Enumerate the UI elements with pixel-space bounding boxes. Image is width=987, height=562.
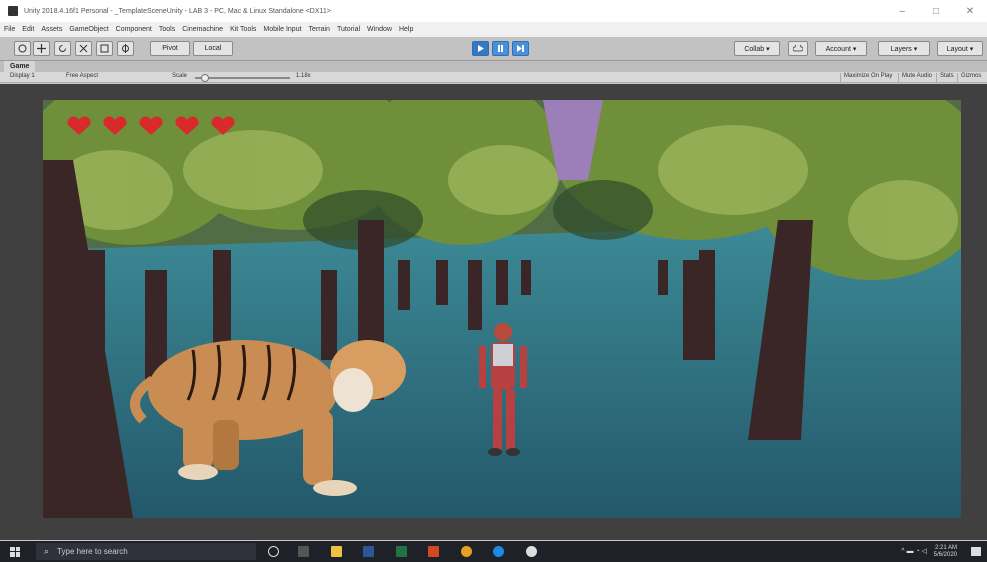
rotate-icon bbox=[59, 45, 66, 52]
unity-taskbar-icon[interactable] bbox=[526, 546, 537, 557]
cloud-icon bbox=[793, 45, 803, 52]
scale-slider-knob[interactable] bbox=[201, 74, 209, 82]
taskbar-search[interactable]: ⌕ Type here to search bbox=[36, 543, 256, 560]
menu-mobile-input[interactable]: Mobile Input bbox=[263, 26, 301, 33]
scale-tool-button[interactable] bbox=[75, 41, 92, 56]
scale-slider[interactable] bbox=[195, 74, 290, 82]
layers-label: Layers ▾ bbox=[890, 45, 918, 53]
tab-bar: Game bbox=[0, 61, 987, 72]
menu-window[interactable]: Window bbox=[367, 26, 392, 33]
move-tool-button[interactable] bbox=[33, 41, 50, 56]
powerpoint-icon[interactable] bbox=[428, 546, 439, 557]
game-viewport[interactable] bbox=[43, 100, 961, 518]
heart-icon bbox=[175, 116, 199, 135]
menu-component[interactable]: Component bbox=[116, 26, 152, 33]
menu-file[interactable]: File bbox=[4, 26, 15, 33]
health-hearts bbox=[65, 116, 245, 136]
layout-dropdown[interactable]: Layout ▾ bbox=[937, 41, 983, 56]
account-label: Account ▾ bbox=[825, 45, 857, 53]
title-bar: Unity 2018.4.16f1 Personal - _TemplateSc… bbox=[0, 0, 987, 22]
gizmos-dropdown[interactable]: Gizmos bbox=[957, 73, 984, 82]
excel-icon[interactable] bbox=[396, 546, 407, 557]
layout-label: Layout ▾ bbox=[946, 45, 974, 53]
menu-edit[interactable]: Edit bbox=[22, 26, 34, 33]
scale-icon bbox=[79, 44, 88, 53]
scale-value: 1.18x bbox=[296, 73, 311, 79]
game-view-area bbox=[0, 84, 987, 540]
maximize-on-play-toggle[interactable]: Maximize On Play bbox=[840, 73, 895, 82]
game-tab-label: Game bbox=[10, 63, 30, 70]
clock-time: 2:21 AM bbox=[934, 545, 957, 551]
hand-icon bbox=[18, 44, 27, 53]
scale-label: Scale bbox=[172, 73, 188, 79]
window-controls: – □ ✕ bbox=[885, 0, 987, 22]
edge-icon[interactable] bbox=[493, 546, 504, 557]
chrome-icon[interactable] bbox=[461, 546, 472, 557]
play-button[interactable] bbox=[472, 41, 489, 56]
aspect-dropdown[interactable]: Free Aspect bbox=[66, 73, 98, 79]
pause-icon bbox=[498, 45, 503, 52]
file-explorer-icon[interactable] bbox=[331, 546, 342, 557]
transform-icon bbox=[122, 44, 129, 53]
forest-scene bbox=[43, 100, 961, 518]
system-tray-icons[interactable]: ^ ▬ ◔ ◁ bbox=[901, 547, 927, 555]
tab-game[interactable]: Game bbox=[4, 61, 36, 72]
game-view-toolbar: Display 1 Free Aspect Scale 1.18x Maximi… bbox=[0, 72, 987, 83]
account-dropdown[interactable]: Account ▾ bbox=[815, 41, 867, 56]
unity-logo-icon bbox=[8, 6, 18, 16]
notification-icon[interactable] bbox=[971, 547, 981, 556]
search-placeholder: Type here to search bbox=[57, 547, 128, 556]
display-dropdown[interactable]: Display 1 bbox=[10, 73, 35, 79]
collab-label: Collab ▾ bbox=[744, 45, 770, 53]
local-toggle[interactable]: Local bbox=[193, 41, 233, 56]
menu-bar: File Edit Assets GameObject Component To… bbox=[0, 22, 987, 37]
pause-button[interactable] bbox=[492, 41, 509, 56]
local-label: Local bbox=[204, 45, 222, 52]
maximize-button[interactable]: □ bbox=[919, 0, 953, 22]
layers-dropdown[interactable]: Layers ▾ bbox=[878, 41, 930, 56]
rect-tool-button[interactable] bbox=[96, 41, 113, 56]
collab-dropdown[interactable]: Collab ▾ bbox=[734, 41, 780, 56]
search-icon: ⌕ bbox=[44, 546, 50, 556]
hand-tool-button[interactable] bbox=[14, 41, 31, 56]
toolbar: Pivot Local Collab ▾ Account ▾ Layers ▾ … bbox=[0, 37, 987, 61]
menu-tools[interactable]: Tools bbox=[159, 26, 175, 33]
clock[interactable]: 2:21 AM 5/6/2020 bbox=[934, 545, 957, 559]
menu-help[interactable]: Help bbox=[399, 26, 413, 33]
move-icon bbox=[37, 44, 46, 53]
window-title: Unity 2018.4.16f1 Personal - _TemplateSc… bbox=[24, 7, 331, 15]
clock-date: 5/6/2020 bbox=[933, 552, 957, 558]
heart-icon bbox=[103, 116, 127, 135]
step-icon bbox=[517, 45, 524, 52]
play-icon bbox=[478, 45, 484, 52]
menu-cinemachine[interactable]: Cinemachine bbox=[182, 26, 223, 33]
mute-audio-toggle[interactable]: Mute Audio bbox=[898, 73, 935, 82]
taskbar: ⌕ Type here to search ^ ▬ ◔ ◁ 2:21 AM 5/… bbox=[0, 541, 987, 562]
task-view-icon[interactable] bbox=[298, 546, 309, 557]
cloud-button[interactable] bbox=[788, 41, 808, 56]
menu-gameobject[interactable]: GameObject bbox=[69, 26, 108, 33]
pivot-toggle[interactable]: Pivot bbox=[150, 41, 190, 56]
close-button[interactable]: ✕ bbox=[953, 0, 987, 22]
transform-tool-button[interactable] bbox=[117, 41, 134, 56]
word-icon[interactable] bbox=[363, 546, 374, 557]
windows-start-icon[interactable] bbox=[10, 546, 20, 557]
menu-terrain[interactable]: Terrain bbox=[309, 26, 330, 33]
menu-assets[interactable]: Assets bbox=[41, 26, 62, 33]
menu-kit-tools[interactable]: Kit Tools bbox=[230, 26, 256, 33]
cortana-icon[interactable] bbox=[268, 546, 279, 557]
heart-icon bbox=[67, 116, 91, 135]
minimize-button[interactable]: – bbox=[885, 0, 919, 22]
rotate-tool-button[interactable] bbox=[54, 41, 71, 56]
pivot-label: Pivot bbox=[162, 45, 178, 52]
step-button[interactable] bbox=[512, 41, 529, 56]
heart-icon bbox=[139, 116, 163, 135]
heart-icon bbox=[211, 116, 235, 135]
menu-tutorial[interactable]: Tutorial bbox=[337, 26, 360, 33]
stats-toggle[interactable]: Stats bbox=[936, 73, 957, 82]
rect-icon bbox=[100, 44, 109, 53]
